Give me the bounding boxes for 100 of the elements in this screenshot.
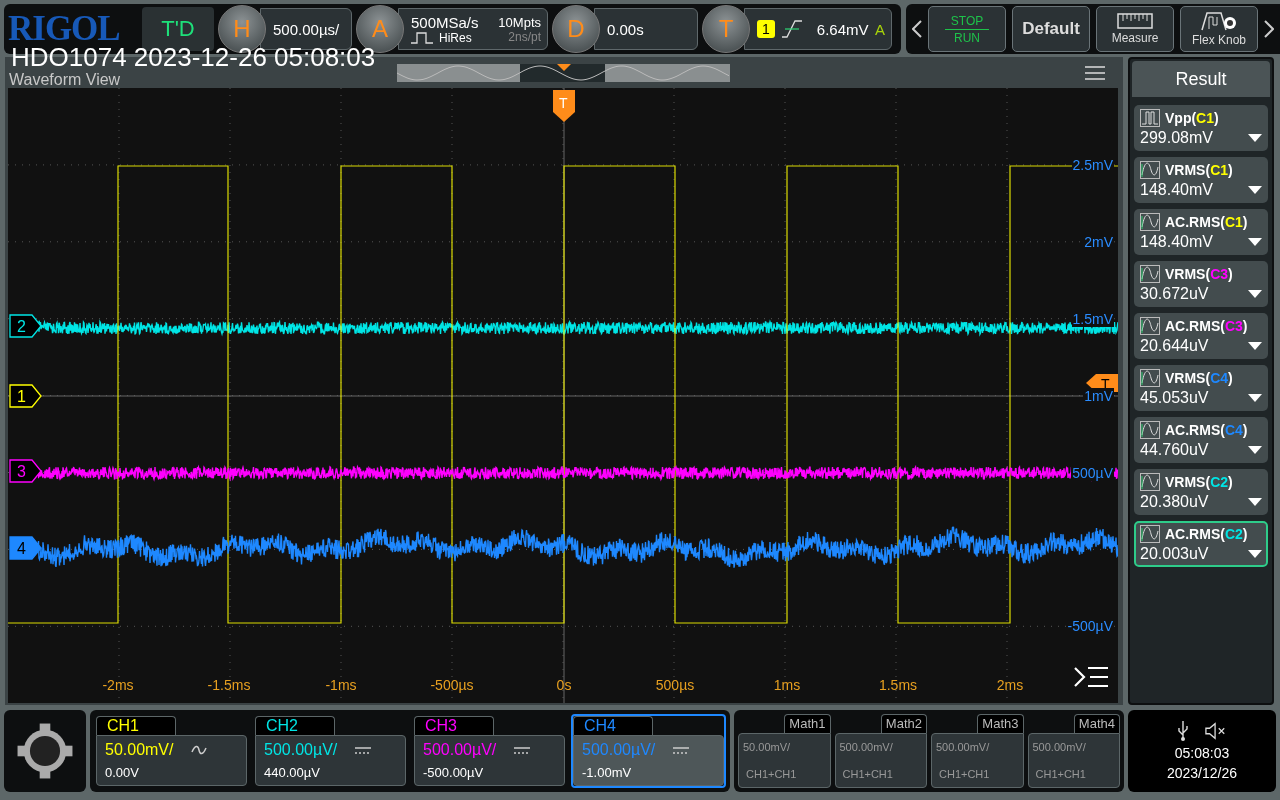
rising-edge-icon	[780, 20, 803, 38]
measurement-item[interactable]: VRMS(C1) 148.40mV	[1134, 157, 1268, 203]
menu-icon[interactable]	[1085, 66, 1105, 80]
dc-coupling-icon	[673, 745, 690, 755]
measurement-value: 30.672uV	[1140, 285, 1209, 303]
pulse-icon	[411, 31, 433, 44]
measurement-name: VRMS(C2)	[1165, 474, 1233, 490]
measurement-item[interactable]: VRMS(C4) 45.053uV	[1134, 365, 1268, 411]
vertical-scale: 50.00mV/	[105, 741, 174, 759]
trigger-panel[interactable]: 1 6.64mV A	[744, 8, 892, 50]
measurement-item[interactable]: VRMS(C2) 20.380uV	[1134, 469, 1268, 515]
sine-wave-icon	[1140, 161, 1160, 179]
math-name: Math3	[977, 714, 1024, 733]
channel-card[interactable]: CH4 500.00µV/ -1.00mV	[571, 714, 726, 788]
vertical-offset: -1.00mV	[582, 765, 633, 780]
measurement-item[interactable]: VRMS(C3) 30.672uV	[1134, 261, 1268, 307]
math-name: Math1	[784, 714, 831, 733]
speaker-muted-icon[interactable]	[1205, 722, 1227, 740]
vertical-scale: 500.00µV/	[423, 741, 497, 759]
panel-title: Waveform View	[9, 71, 121, 88]
flex-knob-button[interactable]: Flex Knob	[1180, 6, 1258, 52]
measurement-item[interactable]: AC.RMS(C2) 20.003uV	[1134, 521, 1268, 567]
dropdown-icon[interactable]	[1248, 134, 1262, 142]
collapse-icon[interactable]	[1074, 666, 1108, 688]
pulse-icon	[1140, 109, 1160, 127]
memory-depth: 10Mpts	[498, 14, 541, 30]
measurement-name: AC.RMS(C1)	[1165, 214, 1248, 230]
vertical-scale: 500.00µV/	[582, 741, 656, 759]
math-scale: 500.00mV/	[1032, 741, 1087, 754]
axis-label: -500µV	[1066, 618, 1114, 634]
sample-rate: 500MSa/s	[411, 13, 479, 31]
channel-marker[interactable]: 1	[9, 384, 42, 408]
axis-label: -500µs	[429, 677, 475, 693]
measurement-item[interactable]: Vpp(C1) 299.08mV	[1134, 105, 1268, 151]
dropdown-icon[interactable]	[1248, 238, 1262, 246]
ac-coupling-icon	[191, 745, 208, 755]
measurement-item[interactable]: AC.RMS(C4) 44.760uV	[1134, 417, 1268, 463]
channel-name: CH1	[96, 716, 176, 735]
dropdown-icon[interactable]	[1248, 498, 1262, 506]
sine-wave-icon	[1140, 369, 1160, 387]
clock-time: 05:08:03	[1174, 745, 1230, 761]
channel-marker[interactable]: 4	[9, 536, 42, 560]
axis-label: -1.5ms	[206, 677, 252, 693]
measurement-value: 299.08mV	[1140, 129, 1213, 147]
dropdown-icon[interactable]	[1248, 186, 1262, 194]
measurement-value: 148.40mV	[1140, 233, 1213, 251]
measurement-item[interactable]: AC.RMS(C1) 148.40mV	[1134, 209, 1268, 255]
waveform-overview[interactable]	[397, 64, 730, 82]
axis-label: 2ms	[995, 677, 1025, 693]
acquire-mode: HiRes	[439, 30, 472, 45]
measurement-value: 45.053uV	[1140, 389, 1209, 407]
axis-label: 2mV	[1083, 234, 1114, 250]
channel-marker[interactable]: 3	[9, 459, 42, 483]
measurement-name: VRMS(C4)	[1165, 370, 1233, 386]
axis-label: -2ms	[101, 677, 135, 693]
dropdown-icon[interactable]	[1248, 550, 1262, 558]
dropdown-icon[interactable]	[1248, 446, 1262, 454]
dropdown-icon[interactable]	[1248, 394, 1262, 402]
axis-label: 1ms	[772, 677, 802, 693]
chevron-right-icon[interactable]	[1264, 20, 1274, 38]
measurement-item[interactable]: AC.RMS(C3) 20.644uV	[1134, 313, 1268, 359]
measure-button[interactable]: Measure	[1096, 6, 1174, 52]
measurement-value: 148.40mV	[1140, 181, 1213, 199]
measurement-name: Vpp(C1)	[1165, 110, 1219, 126]
dropdown-icon[interactable]	[1248, 342, 1262, 350]
delay-field[interactable]: 0.00s	[594, 8, 698, 50]
math-scale: 500.00mV/	[936, 741, 991, 754]
vertical-offset: 440.00µV	[264, 765, 321, 780]
measurement-name: VRMS(C1)	[1165, 162, 1233, 178]
channel-marker[interactable]: 2	[9, 314, 42, 338]
axis-label: -1ms	[324, 677, 358, 693]
clock-date: 2023/12/26	[1166, 765, 1238, 781]
chevron-left-icon[interactable]	[912, 20, 922, 38]
measurement-value: 20.380uV	[1140, 493, 1209, 511]
sweep-mode: A	[875, 20, 885, 38]
axis-label: 2.5mV	[1071, 157, 1114, 173]
axis-label: 1.5mV	[1071, 311, 1114, 327]
math-name: Math4	[1073, 714, 1120, 733]
measurement-name: AC.RMS(C3)	[1165, 318, 1248, 334]
stop-run-button[interactable]: STOP RUN	[928, 6, 1006, 52]
measurement-name: AC.RMS(C2)	[1165, 526, 1248, 542]
math-scale: 50.00mV/	[743, 741, 792, 754]
math-source: CH1+CH1	[745, 767, 798, 780]
default-button[interactable]: Default	[1012, 6, 1090, 52]
measurement-value: 44.760uV	[1140, 441, 1209, 459]
math-scale: 500.00mV/	[839, 741, 894, 754]
axis-label: 500µs	[654, 677, 696, 693]
vertical-offset: 0.00V	[105, 765, 140, 780]
sine-wave-icon	[1140, 213, 1160, 231]
sine-wave-icon	[1140, 525, 1160, 543]
ruler-icon	[1117, 13, 1153, 29]
dropdown-icon[interactable]	[1248, 290, 1262, 298]
acquisition-panel[interactable]: 500MSa/s HiRes 10Mpts 2ns/pt	[398, 8, 548, 50]
sine-wave-icon	[1140, 265, 1160, 283]
usb-icon	[1177, 721, 1189, 741]
channel-name: CH3	[414, 716, 494, 735]
sine-wave-icon	[1140, 317, 1160, 335]
dc-coupling-icon	[514, 745, 531, 755]
math-source: CH1+CH1	[938, 767, 991, 780]
channel-name: CH4	[573, 716, 653, 735]
